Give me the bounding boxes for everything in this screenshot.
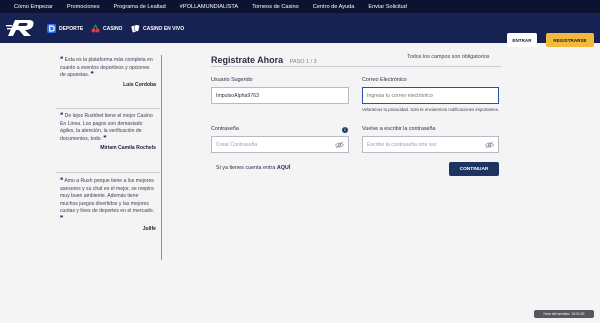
eye-slash-icon[interactable] <box>485 141 494 149</box>
open-quote-icon: ❝ <box>60 113 64 119</box>
open-quote-icon: ❝ <box>60 178 64 184</box>
registration-form: Registrate Ahora PASO 1 / 3 Todos los ca… <box>211 50 501 176</box>
testimonial-author: Luis Cordoba <box>123 81 156 88</box>
eye-slash-icon[interactable] <box>335 141 344 149</box>
testimonial-quote: Esta es la plataforma más completa en cu… <box>60 57 153 79</box>
nav-link-programa-lealtad[interactable]: Programa de Lealtad <box>114 4 166 10</box>
category-casino-label: CASINO <box>103 25 123 32</box>
testimonial-author: Miriam Camila Rochels <box>100 145 156 152</box>
server-clock-text: Hora del servidor: 13:21:00 <box>543 312 585 316</box>
close-quote-icon: ❞ <box>103 135 107 142</box>
sports-d-icon <box>47 24 56 33</box>
login-prompt-text: Si ya tienes cuenta entra <box>216 165 276 171</box>
nav-link-enviar-solicitud[interactable]: Enviar Solicitud <box>368 4 407 10</box>
nav-link-como-empezar[interactable]: Cómo Empezar <box>14 4 53 10</box>
category-deporte-label: DEPORTE <box>59 25 84 32</box>
cherry-icon <box>91 24 100 33</box>
password-confirm-label: Vuelve a escribir la contraseña <box>362 126 436 132</box>
category-deporte[interactable]: DEPORTE <box>47 24 83 33</box>
form-divider <box>211 66 501 67</box>
password-placeholder: Crear Contraseña <box>216 141 258 148</box>
login-link[interactable]: AQUÍ <box>277 165 290 171</box>
testimonial-1: ❝ Esta es la plataforma más completa en … <box>60 57 156 89</box>
testimonial-2: ❝ De lejos Rushbet tiene el mejor Casino… <box>60 113 156 153</box>
email-privacy-note: Velaramos tu privacidad. Solo te enviare… <box>362 107 500 112</box>
testimonial-author: Julife <box>142 225 156 232</box>
category-casino-en-vivo[interactable]: CASINO EN VIVO <box>131 24 184 33</box>
testimonial-divider <box>56 108 160 109</box>
top-navigation: Cómo Empezar Promociones Programa de Lea… <box>0 0 600 13</box>
username-field[interactable]: ImpulsoAlpha9763 <box>211 87 349 104</box>
password-field[interactable]: Crear Contraseña <box>211 136 349 153</box>
login-prompt: Si ya tienes cuenta entra AQUÍ <box>216 165 290 171</box>
password-confirm-placeholder: Escribe la contraseña otra vez <box>367 141 437 148</box>
playing-cards-icon <box>131 24 140 33</box>
form-step-indicator: PASO 1 / 3 <box>289 59 317 65</box>
category-casino-en-vivo-label: CASINO EN VIVO <box>143 25 185 32</box>
enter-button[interactable]: ENTRAR <box>507 33 537 47</box>
nav-link-torneos-casino[interactable]: Torneos de Casino <box>252 4 299 10</box>
email-label: Correo Electrónico <box>362 77 407 83</box>
password-confirm-field[interactable]: Escribe la contraseña otra vez <box>362 136 499 153</box>
email-field[interactable] <box>362 87 499 104</box>
nav-link-promociones[interactable]: Promociones <box>67 4 100 10</box>
form-title: Registrate Ahora <box>211 55 284 65</box>
close-quote-icon: ❞ <box>90 72 94 79</box>
info-icon[interactable]: i <box>342 127 348 133</box>
server-clock-badge: Hora del servidor: 13:21:00 <box>534 310 594 318</box>
testimonials-panel: ❝ Esta es la plataforma más completa en … <box>56 55 162 260</box>
username-label: Usuario Sugerido <box>211 77 253 83</box>
main-header: DEPORTE CASINO CASINO EN VIVO ENTRAR REG… <box>0 13 600 47</box>
required-fields-note: Todos los campos son obligatorios <box>407 54 490 60</box>
continue-button[interactable]: CONTINUAR <box>449 162 499 176</box>
testimonial-divider <box>56 172 160 173</box>
category-casino[interactable]: CASINO <box>91 24 122 33</box>
testimonial-3: ❝ Amo a Rush porque tiene a los mejores … <box>60 178 156 233</box>
username-value: ImpulsoAlpha9763 <box>216 92 259 99</box>
password-label: Contraseña <box>211 126 239 132</box>
close-quote-icon: ❞ <box>60 215 64 222</box>
register-button[interactable]: REGISTRARSE <box>546 33 594 47</box>
testimonial-quote: Amo a Rush porque tiene a los mejores as… <box>60 178 155 215</box>
rushbet-logo[interactable] <box>6 18 36 38</box>
nav-link-polla-mundialista[interactable]: #POLLAMUNDIALISTA <box>180 4 238 10</box>
open-quote-icon: ❝ <box>60 57 64 63</box>
nav-link-centro-ayuda[interactable]: Centro de Ayuda <box>313 4 355 10</box>
